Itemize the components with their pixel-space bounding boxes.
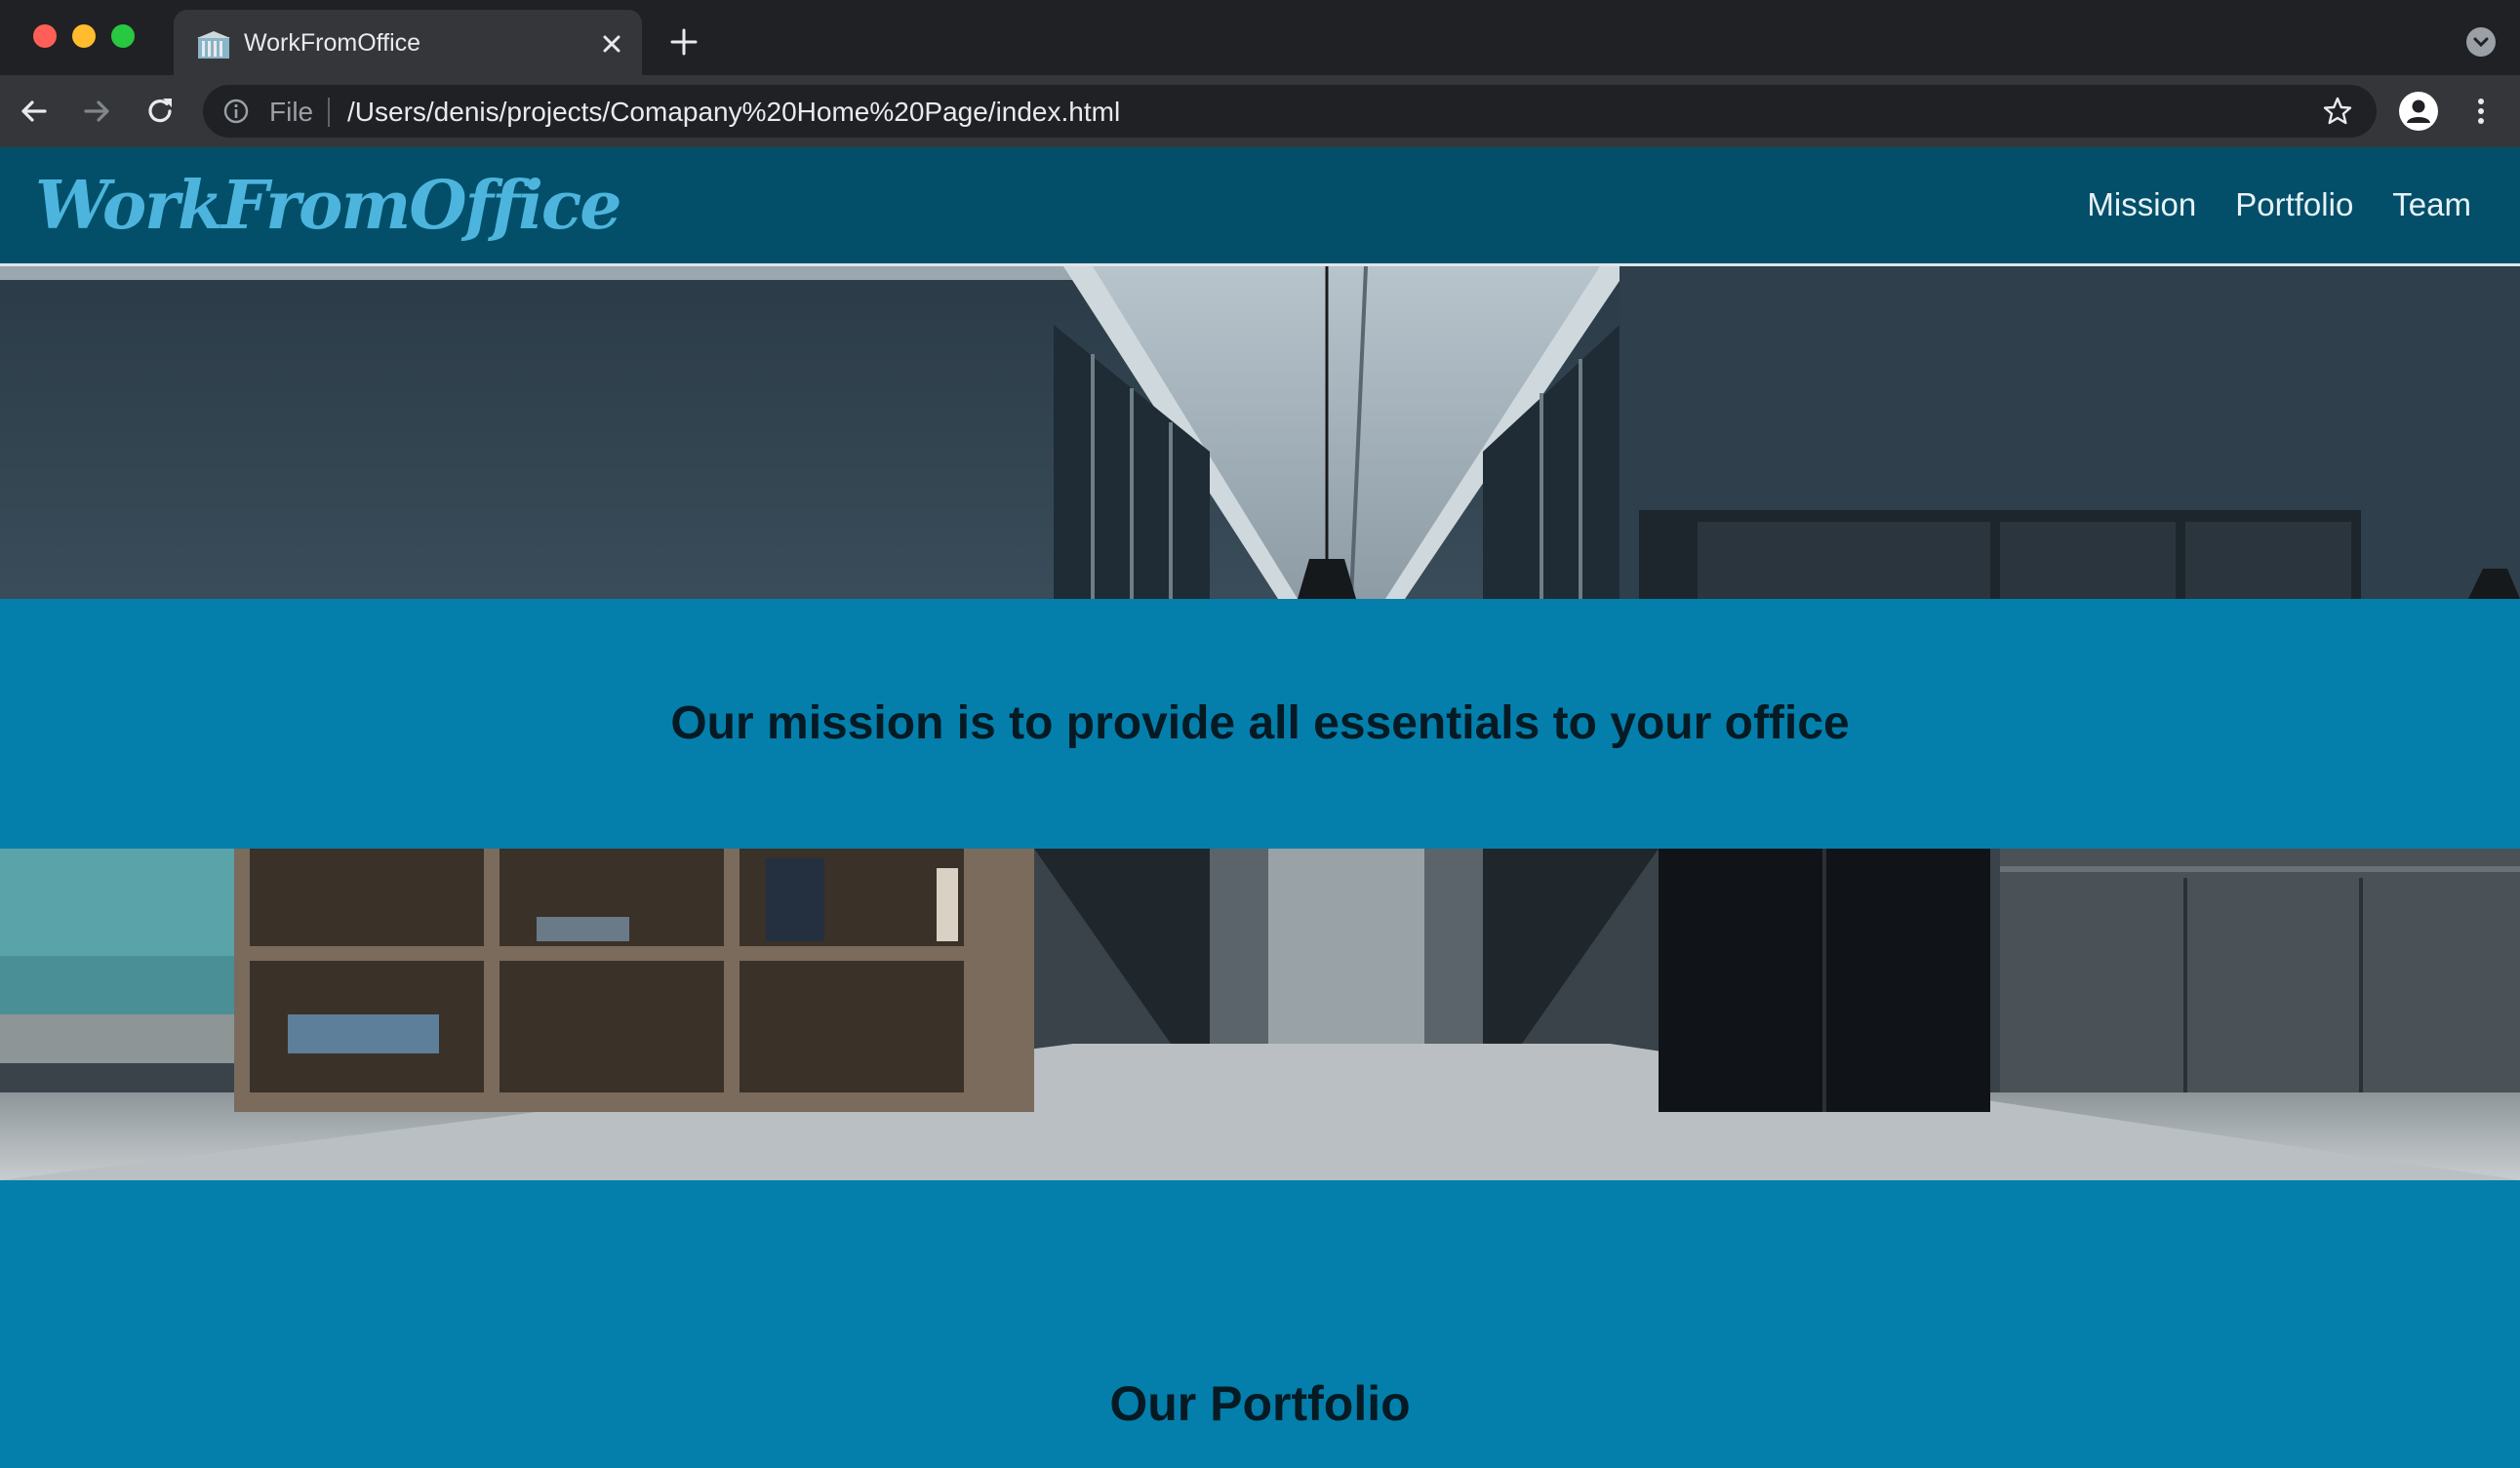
- bookmark-star-icon[interactable]: [2322, 96, 2353, 127]
- nav-link-mission[interactable]: Mission: [2087, 186, 2196, 223]
- address-bar[interactable]: File /Users/denis/projects/Comapany%20Ho…: [203, 85, 2377, 138]
- browser-menu-icon[interactable]: [2468, 92, 2494, 131]
- nav-link-team[interactable]: Team: [2392, 186, 2471, 223]
- back-arrow-icon[interactable]: [16, 93, 53, 130]
- browser-tab[interactable]: WorkFromOffice: [174, 10, 642, 75]
- site-logo[interactable]: WorkFromOffice: [35, 167, 622, 245]
- forward-arrow-icon[interactable]: [78, 93, 115, 130]
- site-nav: Mission Portfolio Team: [2087, 186, 2471, 223]
- maximize-window-button[interactable]: [111, 24, 135, 48]
- address-separator: [328, 98, 330, 127]
- browser-toolbar: File /Users/denis/projects/Comapany%20Ho…: [0, 75, 2520, 147]
- tab-search-icon[interactable]: [2466, 27, 2496, 57]
- reload-icon[interactable]: [141, 93, 179, 130]
- minimize-window-button[interactable]: [72, 24, 96, 48]
- close-tab-icon[interactable]: [597, 29, 626, 59]
- portfolio-heading: Our Portfolio: [1109, 1376, 1411, 1431]
- profile-avatar-icon[interactable]: [2399, 92, 2438, 131]
- browser-tab-strip: WorkFromOffice: [0, 0, 2520, 75]
- file-scheme-label: File: [269, 97, 314, 127]
- new-tab-icon[interactable]: [669, 27, 699, 57]
- office-hallway-image: [0, 849, 2520, 1180]
- tab-title: WorkFromOffice: [244, 29, 421, 57]
- portfolio-section: Our Portfolio: [0, 1180, 2520, 1468]
- mission-section: Our mission is to provide all essentials…: [0, 599, 2520, 849]
- site-header: WorkFromOffice Mission Portfolio Team: [0, 147, 2520, 266]
- building-favicon-icon: [197, 31, 230, 59]
- office-ceiling-image: [0, 266, 2520, 599]
- url-text[interactable]: /Users/denis/projects/Comapany%20Home%20…: [347, 97, 1120, 128]
- nav-link-portfolio[interactable]: Portfolio: [2235, 186, 2353, 223]
- info-icon[interactable]: [222, 98, 250, 125]
- mission-statement: Our mission is to provide all essentials…: [670, 697, 1850, 749]
- close-window-button[interactable]: [33, 24, 57, 48]
